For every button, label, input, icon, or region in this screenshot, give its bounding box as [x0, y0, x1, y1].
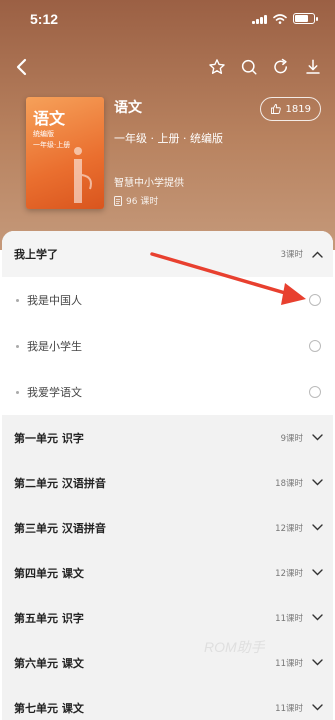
bullet-icon: [16, 298, 19, 302]
unit-title: 第一单元 识字: [14, 431, 84, 445]
status-time: 5:12: [30, 11, 59, 27]
lesson-item[interactable]: 我爱学语文: [2, 369, 333, 415]
unit-title: 我上学了: [14, 248, 58, 261]
cover-decoration-icon: [74, 147, 92, 203]
book-lesson-count: 96 课时: [114, 194, 158, 207]
search-icon: [241, 59, 257, 75]
download-button[interactable]: [301, 54, 325, 80]
chevron-down-icon: [311, 702, 323, 714]
unit-row[interactable]: 第六单元 课文 11课时: [2, 640, 333, 685]
unit-row[interactable]: 第一单元 识字 9课时: [2, 415, 333, 460]
book-grade: 一年级 · 上册 · 统编版: [114, 132, 223, 145]
lesson-item[interactable]: 我是小学生: [2, 323, 333, 369]
lesson-count-text: 96 课时: [126, 197, 159, 207]
unit-count: 9课时: [280, 433, 303, 444]
unit-count: 11课时: [275, 613, 303, 624]
unit-count: 12课时: [275, 523, 303, 534]
unit-count: 11课时: [275, 658, 303, 669]
like-count: 1819: [285, 103, 311, 115]
chevron-down-icon: [311, 567, 323, 579]
chevron-down-icon: [311, 522, 323, 534]
battery-icon: [293, 13, 318, 24]
document-icon: [114, 195, 122, 206]
lesson-item[interactable]: 我是中国人: [2, 277, 333, 323]
favorite-button[interactable]: [205, 54, 229, 80]
book-provider: 智慧中小学提供: [114, 178, 184, 189]
cover-title: 语文: [33, 109, 66, 128]
lesson-title: 我爱学语文: [27, 386, 82, 399]
unit-count: 18课时: [275, 478, 303, 489]
book-cover[interactable]: 语文 统编版 一年级·上册: [26, 97, 104, 209]
refresh-button[interactable]: [269, 54, 293, 80]
unit-row[interactable]: 第四单元 课文 12课时: [2, 550, 333, 595]
cover-edition: 统编版: [33, 130, 54, 138]
back-icon: [16, 58, 27, 76]
unit-row[interactable]: 第五单元 识字 11课时: [2, 595, 333, 640]
like-button[interactable]: 1819: [259, 97, 321, 121]
unit-count: 12课时: [275, 568, 303, 579]
bullet-icon: [16, 390, 19, 394]
signal-icon: [252, 14, 267, 24]
watermark-text: ROM助手: [204, 639, 265, 655]
book-info: 语文 一年级 · 上册 · 统编版 智慧中小学提供 96 课时: [114, 97, 254, 207]
unit-title: 第二单元 汉语拼音: [14, 476, 106, 490]
unit-title: 第五单元 识字: [14, 611, 84, 625]
lesson-title: 我是中国人: [27, 294, 82, 307]
lesson-title: 我是小学生: [27, 340, 82, 353]
top-navbar: [0, 52, 335, 84]
unit-count: 11课时: [275, 703, 303, 714]
book-title: 语文: [114, 100, 142, 116]
bullet-icon: [16, 344, 19, 348]
unit-group-expanded: 我上学了 3课时 我是中国人 我是小学生 我爱学语文: [2, 231, 333, 415]
search-button[interactable]: [237, 54, 261, 80]
progress-circle-icon: [309, 294, 321, 306]
unit-title: 第三单元 汉语拼音: [14, 521, 106, 535]
unit-row[interactable]: 第二单元 汉语拼音 18课时: [2, 460, 333, 505]
chevron-down-icon: [311, 657, 323, 669]
unit-row[interactable]: 第七单元 课文 11课时: [2, 685, 333, 720]
thumbs-up-icon: [270, 104, 281, 114]
chevron-up-icon: [311, 248, 323, 260]
chevron-down-icon: [311, 477, 323, 489]
unit-count: 3课时: [280, 250, 303, 260]
unit-header-expanded[interactable]: 我上学了 3课时: [2, 231, 333, 277]
unit-title: 第四单元 课文: [14, 566, 84, 580]
progress-circle-icon: [309, 340, 321, 352]
unit-title: 第七单元 课文: [14, 701, 84, 715]
chevron-down-icon: [311, 612, 323, 624]
status-bar: 5:12: [0, 0, 335, 40]
progress-circle-icon: [309, 386, 321, 398]
wifi-icon: [273, 13, 287, 24]
unit-row[interactable]: 第三单元 汉语拼音 12课时: [2, 505, 333, 550]
catalog-sheet: 我上学了 3课时 我是中国人 我是小学生 我爱学语文 第一单元 识字 9课时 第…: [2, 231, 333, 720]
chevron-down-icon: [311, 432, 323, 444]
download-icon: [306, 59, 320, 74]
refresh-icon: [274, 58, 287, 74]
star-icon: [209, 59, 225, 74]
status-icons: [252, 13, 318, 24]
back-button[interactable]: [8, 54, 34, 80]
